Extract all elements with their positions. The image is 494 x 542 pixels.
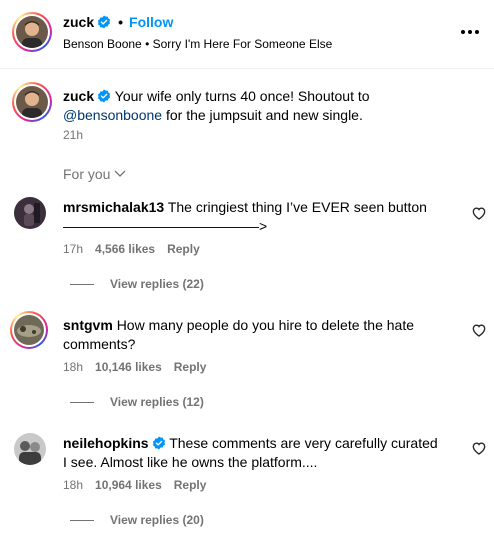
- comment-likes[interactable]: 4,566 likes: [95, 242, 155, 256]
- view-replies-button[interactable]: View replies (12): [70, 395, 204, 409]
- comment-username[interactable]: sntgvm: [63, 317, 113, 333]
- caption-mention-link[interactable]: @bensonboone: [63, 107, 162, 123]
- comment-meta: 17h 4,566 likes Reply: [63, 242, 200, 256]
- caption-timestamp[interactable]: 21h: [63, 128, 83, 142]
- comment-likes[interactable]: 10,146 likes: [95, 360, 162, 374]
- comment-timestamp[interactable]: 18h: [63, 478, 83, 492]
- caption-avatar: [16, 86, 48, 118]
- comment-text: neilehopkins These comments are very car…: [63, 434, 443, 472]
- caption-avatar-ring[interactable]: [12, 82, 52, 122]
- replies-divider-line: [70, 519, 94, 521]
- heart-icon[interactable]: [471, 205, 487, 221]
- comment-avatar[interactable]: [14, 197, 46, 229]
- header-avatar-ring[interactable]: [12, 12, 52, 52]
- verified-badge-icon: [97, 89, 111, 103]
- comment-body-line2: ——————————————>: [63, 218, 268, 234]
- reply-button[interactable]: Reply: [167, 242, 200, 256]
- verified-badge-icon: [97, 15, 111, 29]
- comment-meta: 18h 10,964 likes Reply: [63, 478, 206, 492]
- view-replies-label: View replies (20): [110, 513, 204, 527]
- comment-sort-dropdown[interactable]: For you: [63, 166, 126, 182]
- comment-username[interactable]: neilehopkins: [63, 435, 149, 451]
- caption-text: zuck Your wife only turns 40 once! Shout…: [63, 87, 463, 125]
- comment-likes[interactable]: 10,964 likes: [95, 478, 162, 492]
- comment-avatar-ring[interactable]: [10, 311, 48, 349]
- comment-avatar: [14, 315, 44, 345]
- comment-body: The cringiest thing I’ve EVER seen butto…: [167, 199, 427, 215]
- header-username[interactable]: zuck: [63, 14, 94, 30]
- replies-divider-line: [70, 283, 94, 285]
- heart-icon[interactable]: [471, 440, 487, 456]
- replies-divider-line: [70, 401, 94, 403]
- header-avatar: [16, 16, 48, 48]
- header-title-row: zuck • Follow: [63, 14, 173, 30]
- comment-text: mrsmichalak13 The cringiest thing I’ve E…: [63, 198, 443, 236]
- reply-button[interactable]: Reply: [174, 360, 207, 374]
- comment-timestamp[interactable]: 17h: [63, 242, 83, 256]
- comment-username[interactable]: mrsmichalak13: [63, 199, 164, 215]
- audio-label[interactable]: Benson Boone • Sorry I'm Here For Someon…: [63, 37, 332, 51]
- comment-meta: 18h 10,146 likes Reply: [63, 360, 206, 374]
- view-replies-button[interactable]: View replies (22): [70, 277, 204, 291]
- caption-body: Your wife only turns 40 once! Shoutout t…: [114, 88, 370, 104]
- view-replies-button[interactable]: View replies (20): [70, 513, 204, 527]
- chevron-down-icon: [115, 170, 126, 177]
- sort-label: For you: [63, 166, 111, 182]
- more-options-icon[interactable]: [458, 22, 482, 42]
- follow-button[interactable]: Follow: [129, 14, 173, 30]
- comment-avatar[interactable]: [14, 433, 46, 465]
- header-divider: [0, 68, 494, 69]
- verified-badge-icon: [152, 436, 166, 450]
- comment-timestamp[interactable]: 18h: [63, 360, 83, 374]
- view-replies-label: View replies (22): [110, 277, 204, 291]
- reply-button[interactable]: Reply: [174, 478, 207, 492]
- header-separator: •: [118, 14, 124, 30]
- heart-icon[interactable]: [471, 322, 487, 338]
- view-replies-label: View replies (12): [110, 395, 204, 409]
- caption-body-end: for the jumpsuit and new single.: [162, 107, 363, 123]
- comment-body: How many people do you hire to delete th…: [63, 317, 414, 352]
- comment-text: sntgvm How many people do you hire to de…: [63, 316, 443, 354]
- caption-username[interactable]: zuck: [63, 88, 94, 104]
